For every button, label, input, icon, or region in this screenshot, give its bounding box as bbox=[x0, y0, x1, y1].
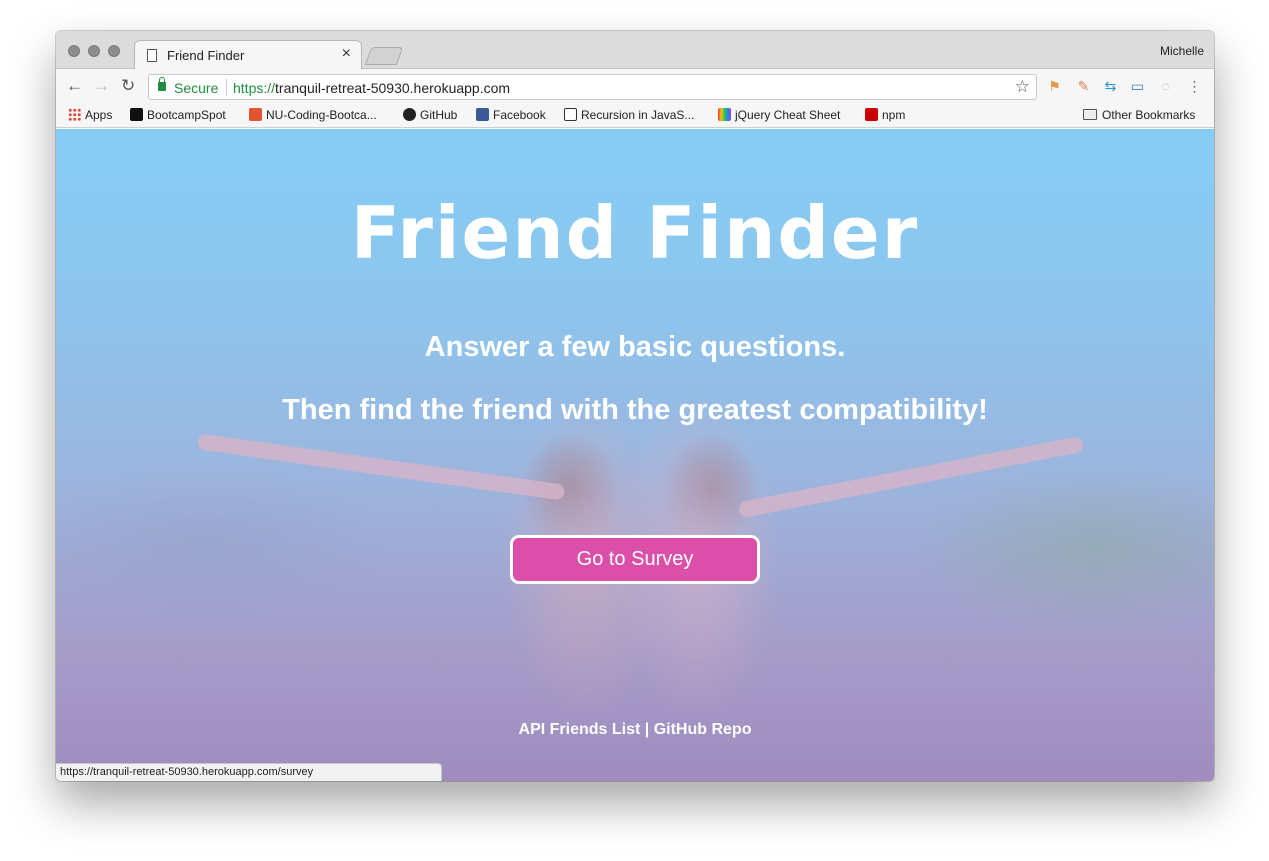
reload-icon[interactable]: ↻ bbox=[121, 77, 135, 95]
forward-arrow-icon[interactable]: → bbox=[93, 77, 110, 95]
background-arm-left bbox=[196, 433, 566, 501]
gitlab-icon bbox=[249, 108, 262, 121]
bookmark-facebook[interactable]: Facebook bbox=[476, 108, 546, 122]
browser-window: Friend Finder × Michelle ← → ↻ Secure ht… bbox=[56, 31, 1214, 781]
go-to-survey-button[interactable]: Go to Survey bbox=[510, 535, 760, 584]
bookmark-label: BootcampSpot bbox=[147, 108, 226, 122]
bookmark-label: NU-Coding-Bootca... bbox=[266, 108, 377, 122]
bookmark-github[interactable]: GitHub bbox=[403, 108, 457, 122]
bookmark-label: jQuery Cheat Sheet bbox=[735, 108, 841, 122]
background-arm-right bbox=[737, 435, 1085, 519]
bookmark-label: Apps bbox=[85, 108, 113, 122]
hero-subtitle-1: Answer a few basic questions. bbox=[424, 331, 846, 363]
bookmark-label: npm bbox=[882, 108, 906, 122]
bookmark-recursion[interactable]: Recursion in JavaS... bbox=[564, 108, 694, 122]
desktop-background: Friend Finder × Michelle ← → ↻ Secure ht… bbox=[0, 0, 1269, 861]
github-icon bbox=[403, 108, 416, 121]
bookmark-jquery[interactable]: jQuery Cheat Sheet bbox=[718, 108, 840, 122]
bookmark-label: Facebook bbox=[493, 108, 546, 122]
tab-close-icon[interactable]: × bbox=[342, 45, 351, 63]
bookmark-bootcampspot[interactable]: BootcampSpot bbox=[130, 108, 226, 122]
folder-icon bbox=[1083, 109, 1097, 120]
npm-icon bbox=[865, 108, 878, 121]
facebook-icon bbox=[476, 108, 489, 121]
bookmarks-bar: Apps BootcampSpot NU-Coding-Bootca... Gi… bbox=[56, 104, 1214, 128]
swap-arrows-icon[interactable]: ⇆ bbox=[1103, 79, 1118, 94]
window-resize-icon[interactable]: ▭ bbox=[1130, 79, 1145, 94]
address-separator bbox=[226, 79, 227, 96]
url-text[interactable]: https://tranquil-retreat-50930.herokuapp… bbox=[233, 80, 510, 96]
tab-friend-finder[interactable]: Friend Finder × bbox=[134, 40, 362, 70]
apps-grid-icon bbox=[68, 108, 81, 121]
bookmark-label: Other Bookmarks bbox=[1102, 108, 1196, 122]
bookmark-other-folder[interactable]: Other Bookmarks bbox=[1083, 108, 1195, 122]
status-bar: https://tranquil-retreat-50930.herokuapp… bbox=[56, 763, 442, 781]
extension-flag-icon[interactable]: ⚑ bbox=[1047, 79, 1062, 94]
browser-toolbar: ← → ↻ Secure https://tranquil-retreat-50… bbox=[56, 69, 1214, 104]
address-bar[interactable]: Secure https://tranquil-retreat-50930.he… bbox=[148, 74, 1037, 100]
title-bar: Friend Finder × Michelle bbox=[56, 31, 1214, 70]
bookmark-npm[interactable]: npm bbox=[865, 108, 905, 122]
zoom-window-button[interactable] bbox=[108, 45, 120, 57]
bookmark-nu-coding[interactable]: NU-Coding-Bootca... bbox=[249, 108, 377, 122]
github-repo-link[interactable]: GitHub Repo bbox=[654, 721, 752, 738]
footer-links: API Friends List | GitHub Repo bbox=[56, 721, 1214, 739]
bootcampspot-icon bbox=[130, 108, 143, 121]
rainbow-icon bbox=[718, 108, 731, 121]
profile-name[interactable]: Michelle bbox=[1160, 44, 1204, 58]
new-tab-button[interactable] bbox=[364, 47, 404, 65]
page-hero: Friend Finder Answer a few basic questio… bbox=[56, 129, 1214, 781]
bookmark-label: GitHub bbox=[420, 108, 458, 122]
bookmark-label: Recursion in JavaS... bbox=[581, 108, 695, 122]
minimize-window-button[interactable] bbox=[88, 45, 100, 57]
back-arrow-icon[interactable]: ← bbox=[66, 77, 83, 95]
api-friends-list-link[interactable]: API Friends List bbox=[519, 721, 641, 738]
tab-title: Friend Finder bbox=[167, 48, 245, 63]
page-title: Friend Finder bbox=[350, 191, 920, 275]
menu-kebab-icon[interactable]: ⋮ bbox=[1187, 79, 1202, 94]
extension-circle-icon[interactable]: ◌ bbox=[1158, 79, 1173, 94]
color-picker-icon[interactable]: ✎ bbox=[1076, 79, 1091, 94]
codepen-icon bbox=[564, 108, 577, 121]
url-scheme: https:// bbox=[233, 80, 276, 96]
bookmark-star-icon[interactable]: ☆ bbox=[1015, 77, 1030, 97]
secure-label: Secure bbox=[174, 80, 219, 96]
bookmark-apps[interactable]: Apps bbox=[68, 108, 112, 122]
hero-subtitle-2: Then find the friend with the greatest c… bbox=[282, 394, 988, 426]
document-icon bbox=[147, 49, 157, 62]
footer-separator: | bbox=[644, 721, 650, 738]
url-host: tranquil-retreat-50930.herokuapp.com bbox=[275, 80, 511, 96]
lock-icon bbox=[158, 77, 166, 91]
close-window-button[interactable] bbox=[68, 45, 80, 57]
